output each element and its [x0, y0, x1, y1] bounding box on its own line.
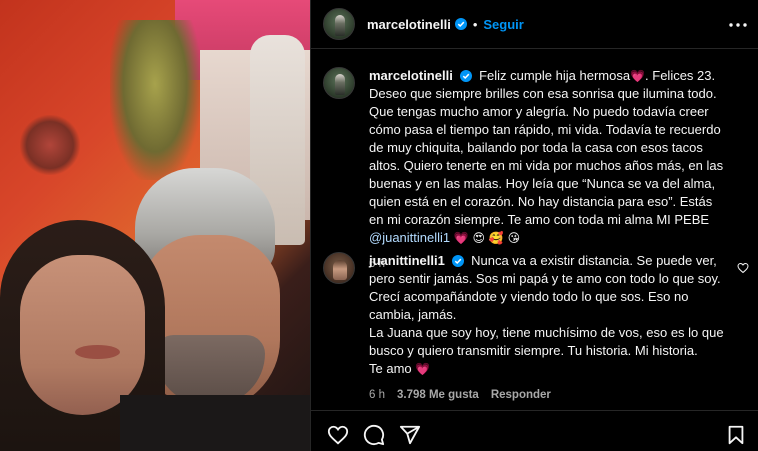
author-avatar[interactable] [323, 8, 355, 40]
verified-icon [452, 255, 465, 267]
reply-button[interactable]: Responder [491, 386, 551, 404]
small-heart-icon[interactable] [737, 262, 749, 274]
reply-line-4-text: Te amo [369, 361, 412, 376]
photo-plant [110, 20, 200, 180]
share-icon[interactable] [399, 424, 421, 446]
follow-button[interactable]: Seguir [483, 17, 523, 32]
reply-line-3: La Juana que soy hoy, tiene muchísimo de… [369, 325, 724, 358]
post-header: marcelotinelli • Seguir [311, 0, 758, 49]
action-bar [311, 410, 758, 451]
verified-icon [454, 18, 467, 30]
caption-comment: marcelotinelli Feliz cumple hija hermosa… [323, 67, 729, 273]
comments-section: marcelotinelli Feliz cumple hija hermosa… [311, 50, 758, 410]
save-icon[interactable] [725, 424, 747, 446]
caption-username[interactable]: marcelotinelli [369, 68, 453, 83]
photo-shirt [120, 395, 310, 451]
post-side-panel: marcelotinelli • Seguir marcelotinelli F… [310, 0, 758, 451]
reply-username[interactable]: juanittinelli1 [369, 253, 445, 268]
reply-line-2: Crecí acompañándote y viendo todo lo que… [369, 289, 689, 322]
author-username[interactable]: marcelotinelli [367, 17, 451, 32]
caption-text: Feliz cumple hija hermosa [479, 68, 631, 83]
verified-icon [460, 70, 473, 82]
photo-woman-face [20, 255, 145, 415]
reply-comment: juanittinelli1 Nunca va a existir distan… [323, 252, 729, 404]
reply-likes[interactable]: 3.798 Me gusta [397, 386, 479, 404]
reply-body: juanittinelli1 Nunca va a existir distan… [369, 252, 729, 404]
caption-heart-emoji: 💗 [630, 69, 646, 83]
reply-meta: 6 h 3.798 Me gusta Responder [369, 386, 729, 404]
header-separator: • [472, 16, 478, 32]
reply-time[interactable]: 6 h [369, 386, 385, 404]
like-icon[interactable] [327, 424, 349, 446]
caption-text-continued: . Felices 23. Deseo que siempre brilles … [369, 68, 724, 227]
reply-line-4: Te amo 💗 [369, 360, 729, 378]
photo-woman-lips [75, 345, 120, 359]
more-icon[interactable] [727, 16, 749, 34]
reply-avatar[interactable] [323, 252, 355, 284]
post-photo[interactable] [0, 0, 310, 451]
photo-flowers [20, 115, 80, 175]
caption-avatar[interactable] [323, 67, 355, 99]
caption-body: marcelotinelli Feliz cumple hija hermosa… [369, 67, 729, 273]
caption-mention[interactable]: @juanittinelli1 [369, 230, 450, 245]
caption-emojis: 💗 😍 🥰 😘 [453, 231, 521, 245]
reply-heart-emoji: 💗 [415, 362, 431, 376]
instagram-post: marcelotinelli • Seguir marcelotinelli F… [0, 0, 758, 451]
comment-icon[interactable] [363, 424, 385, 446]
